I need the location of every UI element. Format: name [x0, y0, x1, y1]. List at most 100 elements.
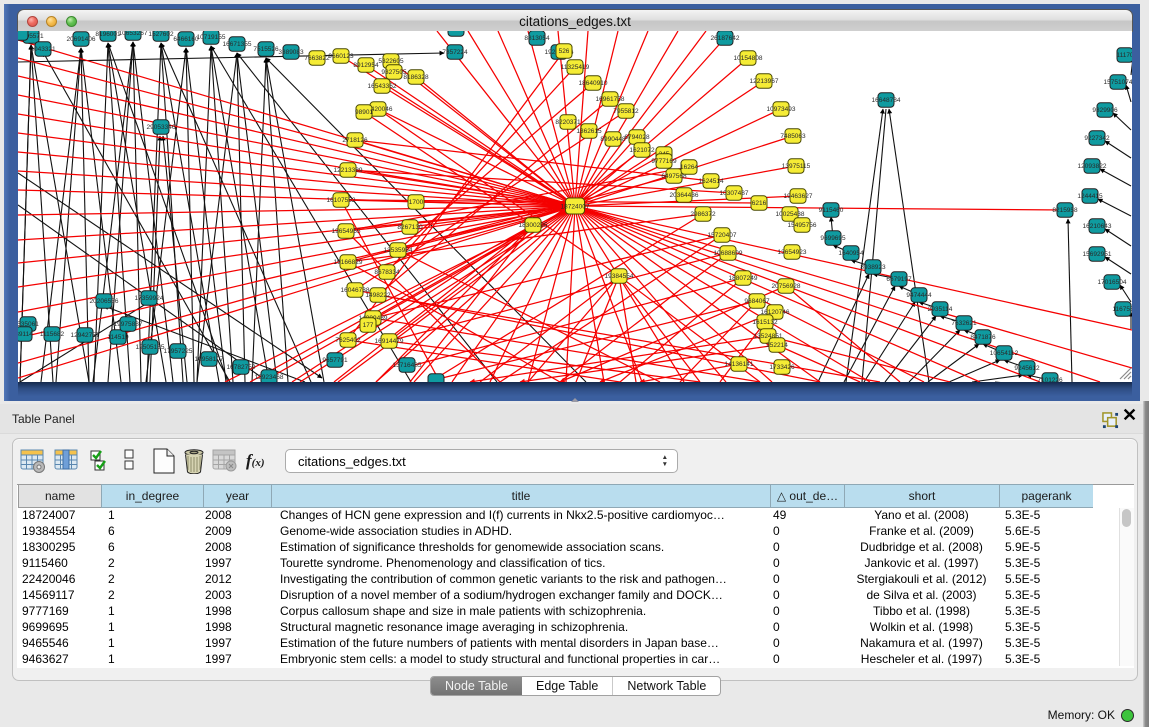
svg-text:13975115: 13975115	[782, 163, 811, 170]
svg-text:9777169: 9777169	[651, 158, 677, 165]
svg-text:177: 177	[363, 322, 374, 329]
svg-text:16961758: 16961758	[596, 96, 625, 103]
svg-text:12942757: 12942757	[71, 332, 100, 339]
svg-text:9245612: 9245612	[1014, 365, 1040, 372]
svg-text:6679197: 6679197	[886, 276, 912, 283]
svg-text:16671355: 16671355	[223, 41, 252, 48]
svg-text:18724007: 18724007	[561, 204, 590, 211]
svg-text:526: 526	[559, 48, 570, 55]
svg-text:252214: 252214	[766, 342, 788, 349]
svg-text:1621072: 1621072	[629, 147, 655, 154]
svg-text:12505135: 12505135	[136, 344, 165, 351]
svg-text:39114: 39114	[18, 331, 33, 338]
svg-text:2718126: 2718126	[342, 137, 368, 144]
svg-text:17957225: 17957225	[164, 348, 193, 355]
svg-text:20756928: 20756928	[772, 283, 801, 290]
svg-text:10958107: 10958107	[195, 356, 224, 363]
svg-text:18640910: 18640910	[579, 80, 608, 87]
svg-text:1498222: 1498222	[365, 292, 391, 299]
svg-text:9699695: 9699695	[820, 235, 846, 242]
svg-text:1733426: 1733426	[769, 364, 795, 371]
svg-text:20691406: 20691406	[67, 36, 96, 43]
svg-text:16210643: 16210643	[1083, 223, 1112, 230]
svg-text:2935114: 2935114	[928, 306, 953, 313]
svg-text:15495756: 15495756	[788, 222, 817, 229]
svg-text:29053346: 29053346	[147, 124, 176, 131]
svg-text:10154808: 10154808	[734, 55, 763, 62]
svg-text:8267130: 8267130	[397, 224, 423, 231]
svg-text:16543362: 16543362	[368, 83, 397, 90]
svg-text:12093822: 12093822	[1078, 163, 1107, 170]
svg-text:19384554: 19384554	[605, 273, 634, 280]
svg-text:9660123: 9660123	[328, 53, 354, 60]
svg-text:3389083: 3389083	[278, 49, 304, 56]
svg-text:15720407: 15720407	[708, 232, 737, 239]
svg-text:10719155: 10719155	[197, 34, 226, 41]
svg-text:17359924: 17359924	[135, 295, 164, 302]
svg-text:6466160: 6466160	[173, 36, 199, 43]
svg-text:12213389: 12213389	[334, 167, 363, 174]
svg-text:12923468: 12923468	[255, 374, 284, 381]
svg-text:1615132: 1615132	[752, 319, 778, 326]
svg-text:8220371: 8220371	[555, 119, 581, 126]
svg-text:1624514: 1624514	[698, 178, 724, 185]
svg-text:8912954: 8912954	[353, 62, 379, 69]
svg-text:18300295: 18300295	[519, 222, 548, 229]
svg-text:8471876: 8471876	[970, 334, 996, 341]
svg-text:1362615: 1362615	[576, 128, 602, 135]
svg-text:13535954: 13535954	[384, 247, 413, 254]
svg-text:5322605: 5322605	[378, 58, 404, 65]
svg-text:7625402: 7625402	[335, 337, 361, 344]
svg-text:9474444: 9474444	[906, 292, 932, 299]
svg-text:8196001: 8196001	[95, 31, 121, 38]
svg-text:11325419: 11325419	[561, 64, 590, 71]
svg-text:1640954: 1640954	[838, 250, 864, 257]
svg-text:8637940: 8637940	[443, 31, 469, 33]
svg-text:10654112: 10654112	[990, 350, 1019, 357]
svg-text:2986372: 2986372	[690, 211, 716, 218]
svg-text:6216: 6216	[752, 200, 767, 207]
svg-text:9329906: 9329906	[1092, 107, 1118, 114]
svg-text:1244415: 1244415	[1077, 193, 1103, 200]
svg-text:11170: 11170	[1116, 52, 1132, 59]
svg-text:13716485: 13716485	[393, 362, 422, 369]
svg-text:7485063: 7485063	[780, 133, 806, 140]
svg-text:8678334: 8678334	[374, 269, 400, 276]
svg-text:19975887: 19975887	[114, 321, 143, 328]
svg-text:15692951: 15692951	[1083, 251, 1112, 258]
svg-text:10307487: 10307487	[720, 190, 749, 197]
svg-text:8215958: 8215958	[1052, 207, 1078, 214]
svg-text:8186328: 8186328	[403, 74, 429, 81]
svg-text:19166829: 19166829	[334, 259, 363, 266]
svg-text:9657791: 9657791	[322, 357, 348, 364]
svg-text:10973493: 10973493	[767, 106, 796, 113]
svg-text:116753: 116753	[1112, 306, 1132, 313]
svg-text:6794028: 6794028	[624, 134, 650, 141]
svg-text:13654923: 13654923	[778, 249, 807, 256]
svg-text:7663822: 7663822	[304, 55, 330, 62]
svg-text:7955812: 7955812	[613, 108, 639, 115]
svg-text:18807249: 18807249	[729, 275, 758, 282]
svg-text:10025438: 10025438	[776, 211, 805, 218]
svg-text:9227342: 9227342	[1084, 135, 1110, 142]
svg-text:17016504: 17016504	[1098, 279, 1127, 286]
svg-text:1043321: 1043321	[30, 46, 56, 53]
svg-text:7632621: 7632621	[951, 320, 977, 327]
svg-text:114519: 114519	[107, 334, 129, 341]
svg-text:8813054: 8813054	[524, 35, 550, 42]
svg-text:20206536: 20206536	[90, 298, 119, 305]
svg-text:16648784: 16648784	[872, 97, 901, 104]
svg-text:1700: 1700	[409, 199, 424, 206]
svg-text:26187642: 26187642	[711, 35, 740, 42]
svg-text:9684067: 9684067	[744, 298, 770, 305]
svg-text:15751074: 15751074	[1104, 79, 1132, 86]
svg-text:16264: 16264	[680, 164, 698, 171]
svg-text:16782759: 16782759	[227, 364, 256, 371]
svg-text:7357224: 7357224	[442, 49, 468, 56]
svg-text:16914479: 16914479	[375, 338, 404, 345]
svg-text:10653267: 10653267	[119, 31, 148, 37]
svg-text:7101226: 7101226	[1037, 377, 1063, 382]
svg-text:1115682: 1115682	[40, 331, 65, 338]
svg-text:9115460: 9115460	[819, 207, 844, 214]
svg-text:16107552: 16107552	[327, 197, 356, 204]
